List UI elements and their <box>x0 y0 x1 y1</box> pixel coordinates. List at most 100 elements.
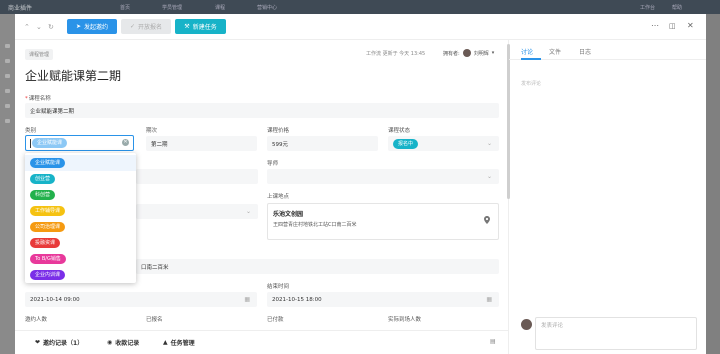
chevron-down-icon: ⌄ <box>486 173 492 180</box>
address-field[interactable]: 口南二百米 <box>136 259 499 274</box>
more-icon[interactable]: ⋯ <box>651 21 659 30</box>
archive-icon[interactable]: ▤ <box>490 338 496 345</box>
chevron-down-icon[interactable]: ⌄ <box>36 23 42 31</box>
modal-toolbar: ⌃ ⌄ ↻ ➤ 发起邀约 ✓ 开放报名 ⚒ 新建任务 ⋯ ◫ ✕ <box>15 14 706 40</box>
background-app-bar: 商业插件 首页 学员管理 课程 营销中心 工作台 帮助 <box>0 0 720 14</box>
bottom-tab-bar: ❤ 邀约记录（1） ◉ 收款记录 ▲ 任务管理 ▤ <box>15 330 508 354</box>
hidden-select[interactable]: ⌄ <box>136 204 258 219</box>
dropdown-option[interactable]: 公司治理课 <box>25 219 136 235</box>
tab-payments-label: 收款记录 <box>115 340 140 347</box>
category-dropdown: 企业赋能课 创业营 科创营 工作辅导课 公司治理课 投融资课 To B/G销售 … <box>25 153 136 283</box>
dropdown-option[interactable]: 工作辅导课 <box>25 203 136 219</box>
attended-count-label: 实际到场人数 <box>388 317 422 323</box>
invite-button[interactable]: ➤ 发起邀约 <box>67 19 117 34</box>
right-panel-tabs: 讨论 文件 日志 <box>509 40 706 60</box>
dropdown-option[interactable]: 科创营 <box>25 187 136 203</box>
handshake-icon: ❤ <box>35 339 41 346</box>
bg-nav-item: 营销中心 <box>257 5 278 11</box>
owner-selector[interactable]: 拥有者: 刘明辉 ▾ <box>443 49 494 57</box>
course-name-field[interactable]: 企业赋能课第二期 <box>25 103 499 118</box>
brand-logo: 商业插件 <box>8 5 33 12</box>
bg-sidebar-icon <box>5 119 10 123</box>
course-name-label: *课程名称 <box>25 96 51 102</box>
category-select[interactable]: 企业赋能课 ✕ <box>25 135 134 151</box>
dropdown-option[interactable]: 企业内训课 <box>25 267 136 283</box>
bg-nav-item: 课程 <box>215 5 226 11</box>
chevron-down-icon: ⌄ <box>486 140 492 147</box>
hidden-field[interactable] <box>136 169 258 184</box>
comment-input[interactable]: 发表评论 <box>535 317 697 350</box>
session-field[interactable]: 第二期 <box>146 136 257 151</box>
owner-name: 刘明辉 <box>473 50 489 57</box>
course-tag[interactable]: 课程管理 <box>25 49 54 60</box>
wrench-icon: ⚒ <box>184 23 190 30</box>
session-label: 期次 <box>146 128 158 134</box>
selected-category-badge: 企业赋能课 <box>32 138 68 148</box>
dropdown-option[interactable]: 创业营 <box>25 171 136 187</box>
invite-button-label: 发起邀约 <box>84 24 109 31</box>
new-task-button-label: 新建任务 <box>192 24 217 31</box>
calendar-icon: ▦ <box>486 296 492 303</box>
tab-tasks[interactable]: ▲ 任务管理 <box>163 338 195 347</box>
owner-label: 拥有者: <box>443 50 460 57</box>
bg-help: 帮助 <box>672 5 683 11</box>
open-signup-button[interactable]: ✓ 开放报名 <box>121 19 171 34</box>
mentor-select[interactable]: ⌄ <box>267 169 499 184</box>
calendar-icon: ▦ <box>244 296 250 303</box>
avatar <box>462 49 471 57</box>
venue-address: 王四营青庄村地铁北工站C口南二百米 <box>273 222 357 228</box>
option-badge: 科创营 <box>30 190 56 200</box>
invited-count-label: 邀约人数 <box>25 317 48 323</box>
status-field[interactable]: 报名中 ⌄ <box>388 136 499 151</box>
bg-nav-item: 学员管理 <box>162 5 183 11</box>
main-scrollbar[interactable] <box>507 44 510 199</box>
active-tab-underline <box>521 58 541 60</box>
signed-count-label: 已报名 <box>146 317 163 323</box>
venue-label: 上课地点 <box>267 194 290 200</box>
bg-sidebar-icon <box>5 74 10 78</box>
caret-down-icon: ▾ <box>491 50 495 56</box>
tab-discussion[interactable]: 讨论 <box>521 47 533 56</box>
clear-icon[interactable]: ✕ <box>122 139 129 146</box>
refresh-icon[interactable]: ↻ <box>48 23 54 31</box>
tab-payments[interactable]: ◉ 收款记录 <box>107 338 139 347</box>
bell-icon: ▲ <box>163 339 168 346</box>
close-icon[interactable]: ✕ <box>687 21 694 30</box>
end-time-field[interactable]: 2021-10-15 18:00 ▦ <box>267 292 499 307</box>
option-badge: 创业营 <box>30 174 56 184</box>
check-icon: ✓ <box>129 23 135 30</box>
dropdown-option[interactable]: 企业赋能课 <box>25 155 136 171</box>
update-meta: 工作流 更新于 今天 13:45 <box>366 51 426 57</box>
option-badge: 公司治理课 <box>30 222 66 232</box>
chevron-up-icon[interactable]: ⌃ <box>24 23 30 31</box>
price-label: 课程价格 <box>267 128 290 134</box>
start-time-field[interactable]: 2021-10-14 09:00 ▦ <box>25 292 257 307</box>
text-cursor <box>30 138 31 148</box>
venue-field[interactable]: 乐池文创园 王四营青庄村地铁北工站C口南二百米 <box>267 203 499 240</box>
money-icon: ◉ <box>107 339 113 346</box>
option-badge: 企业赋能课 <box>30 158 66 168</box>
status-badge: 报名中 <box>393 138 419 149</box>
dropdown-option[interactable]: 投融资课 <box>25 235 136 251</box>
venue-name: 乐池文创园 <box>273 211 304 218</box>
end-time-value: 2021-10-15 18:00 <box>272 296 322 303</box>
end-time-label: 结束时间 <box>267 284 290 290</box>
tab-log[interactable]: 日志 <box>579 47 591 56</box>
location-pin-icon[interactable] <box>484 216 490 224</box>
split-view-icon[interactable]: ◫ <box>669 22 676 30</box>
option-badge: To B/G销售 <box>30 254 66 264</box>
paid-count-label: 已付款 <box>267 317 284 323</box>
tab-tasks-label: 任务管理 <box>170 340 195 347</box>
avatar <box>521 319 532 330</box>
send-icon: ➤ <box>75 23 81 30</box>
comments-empty-text: 发布评论 <box>521 81 542 87</box>
dropdown-option[interactable]: To B/G销售 <box>25 251 136 267</box>
tab-files[interactable]: 文件 <box>549 47 561 56</box>
tab-invites[interactable]: ❤ 邀约记录（1） <box>35 338 83 347</box>
new-task-button[interactable]: ⚒ 新建任务 <box>175 19 226 34</box>
start-time-value: 2021-10-14 09:00 <box>30 296 80 303</box>
option-badge: 投融资课 <box>30 238 61 248</box>
price-field[interactable]: 599元 <box>267 136 378 151</box>
bg-sidebar-icon <box>5 89 10 93</box>
tab-invites-label: 邀约记录（1） <box>43 340 84 347</box>
